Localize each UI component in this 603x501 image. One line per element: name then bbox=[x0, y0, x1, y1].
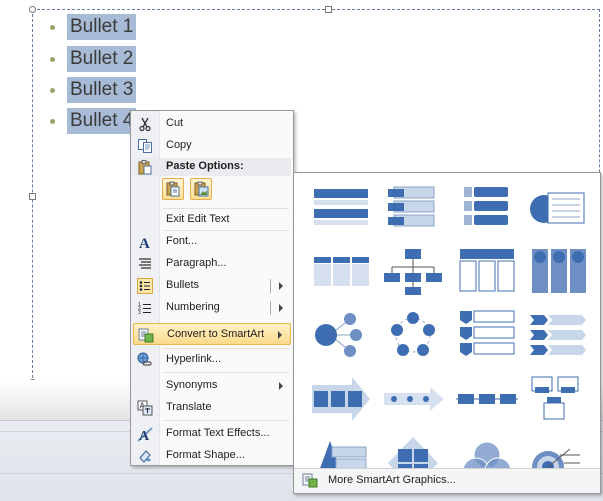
menu-item-label: Copy bbox=[166, 139, 192, 151]
svg-text:A: A bbox=[139, 236, 150, 250]
paste-picture-icon bbox=[194, 181, 209, 197]
menu-item-copy[interactable]: Copy bbox=[133, 136, 291, 156]
smartart-thumb-horizontal-bullet-list[interactable] bbox=[306, 243, 376, 299]
menu-item-convert-to-smartart[interactable]: Convert to SmartArt bbox=[133, 323, 291, 345]
bullet-text[interactable]: Bullet 3 bbox=[67, 77, 137, 103]
menu-item-font[interactable]: A Font... bbox=[133, 232, 291, 252]
submenu-arrow-icon[interactable] bbox=[279, 282, 283, 290]
smartart-gallery: More SmartArt Graphics... bbox=[293, 172, 601, 494]
smartart-icon bbox=[138, 327, 154, 343]
paste-keep-text-only-button[interactable] bbox=[162, 178, 184, 200]
menu-item-synonyms[interactable]: Synonyms bbox=[133, 376, 291, 396]
bullet-dot bbox=[50, 56, 55, 62]
smartart-thumb-continuous-arrow-process[interactable] bbox=[378, 371, 448, 427]
copy-icon bbox=[137, 138, 153, 154]
numbering-icon: 123 bbox=[137, 300, 153, 316]
menu-item-label: Paragraph... bbox=[166, 257, 227, 269]
bullet-dot bbox=[50, 24, 55, 30]
smartart-thumb-hierarchy-list[interactable] bbox=[524, 371, 594, 427]
translate-icon: A bbox=[137, 400, 153, 416]
bullet-text[interactable]: Bullet 2 bbox=[67, 46, 137, 72]
paste-options-label: Paste Options: bbox=[166, 160, 244, 172]
menu-item-translate[interactable]: A Translate bbox=[133, 398, 291, 418]
menu-item-label: Cut bbox=[166, 117, 184, 129]
smartart-thumb-trapezoid-list[interactable] bbox=[524, 179, 594, 235]
split-divider bbox=[270, 279, 271, 293]
paste-picture-button[interactable] bbox=[190, 178, 212, 200]
smartart-thumb-vertical-chevron-list[interactable] bbox=[452, 307, 522, 363]
bullet-item[interactable]: Bullet 1 bbox=[50, 14, 137, 40]
bullet-item[interactable]: Bullet 2 bbox=[50, 46, 137, 72]
smartart-thumb-stacked-list[interactable] bbox=[524, 243, 594, 299]
paragraph-icon bbox=[137, 256, 153, 272]
bullet-dot bbox=[50, 118, 55, 124]
menu-item-paragraph[interactable]: Paragraph... bbox=[133, 254, 291, 274]
text-effects-icon: A bbox=[137, 426, 153, 444]
menu-item-label: Hyperlink... bbox=[166, 353, 222, 365]
smartart-thumb-basic-process[interactable] bbox=[306, 371, 376, 427]
menu-item-label: Format Text Effects... bbox=[166, 427, 270, 439]
smartart-thumb-vertical-bracket-list[interactable] bbox=[452, 179, 522, 235]
font-icon: A bbox=[137, 234, 153, 252]
bullet-dot bbox=[50, 87, 55, 93]
menu-item-exit-edit-text[interactable]: Exit Edit Text bbox=[133, 210, 291, 230]
more-smartart-graphics-label: More SmartArt Graphics... bbox=[328, 474, 456, 486]
paste-options-header: Paste Options: bbox=[133, 158, 291, 176]
more-smartart-graphics-item[interactable]: More SmartArt Graphics... bbox=[294, 468, 600, 493]
svg-text:A: A bbox=[139, 429, 150, 442]
menu-item-label: Convert to SmartArt bbox=[167, 328, 265, 340]
bullet-item[interactable]: Bullet 4 bbox=[50, 108, 137, 134]
smartart-thumb-table-list[interactable] bbox=[452, 243, 522, 299]
bullet-item[interactable]: Bullet 3 bbox=[50, 77, 137, 103]
smartart-thumb-chevron-list[interactable] bbox=[524, 307, 594, 363]
menu-item-label: Numbering bbox=[166, 301, 220, 313]
smartart-thumb-basic-cycle[interactable] bbox=[378, 307, 448, 363]
submenu-arrow-icon bbox=[279, 382, 283, 390]
smartart-icon bbox=[302, 472, 318, 488]
resize-handle-top-left[interactable] bbox=[29, 6, 36, 13]
menu-item-format-text-effects[interactable]: A Format Text Effects... bbox=[133, 424, 291, 444]
svg-text:3: 3 bbox=[138, 310, 141, 316]
split-divider bbox=[270, 301, 271, 315]
paste-text-icon bbox=[166, 181, 180, 197]
menu-item-hyperlink[interactable]: Hyperlink... bbox=[133, 350, 291, 370]
bullets-icon bbox=[137, 278, 153, 294]
menu-item-numbering[interactable]: 123 Numbering bbox=[133, 298, 291, 318]
smartart-thumb-vertical-box-list[interactable] bbox=[378, 179, 448, 235]
context-menu: Cut Copy Paste Options: Exit Edit Text A… bbox=[130, 110, 294, 466]
format-shape-icon bbox=[137, 448, 153, 464]
menu-item-label: Synonyms bbox=[166, 379, 218, 391]
menu-item-label: Format Shape... bbox=[166, 449, 245, 461]
smartart-thumb-organization-chart[interactable] bbox=[378, 243, 448, 299]
menu-item-format-shape[interactable]: Format Shape... bbox=[133, 446, 291, 466]
bullet-text[interactable]: Bullet 1 bbox=[67, 14, 137, 40]
clipboard-icon bbox=[137, 159, 153, 175]
menu-item-label: Bullets bbox=[166, 279, 200, 291]
scissors-icon bbox=[137, 116, 153, 132]
smartart-thumb-basic-timeline[interactable] bbox=[452, 371, 522, 427]
menu-item-bullets[interactable]: Bullets bbox=[133, 276, 291, 296]
smartart-thumb-radial-cluster[interactable] bbox=[306, 307, 376, 363]
resize-handle-left[interactable] bbox=[29, 193, 36, 200]
menu-item-label: Exit Edit Text bbox=[166, 213, 230, 225]
bullet-text[interactable]: Bullet 4 bbox=[67, 108, 137, 134]
smartart-thumb-vertical-bullet-list[interactable] bbox=[306, 179, 376, 235]
menu-item-cut[interactable]: Cut bbox=[133, 114, 291, 134]
menu-item-label: Translate bbox=[166, 401, 212, 413]
menu-item-label: Font... bbox=[166, 235, 198, 247]
resize-handle-top[interactable] bbox=[325, 6, 332, 13]
submenu-arrow-icon[interactable] bbox=[279, 304, 283, 312]
hyperlink-icon bbox=[137, 352, 153, 368]
submenu-arrow-icon bbox=[278, 331, 282, 339]
